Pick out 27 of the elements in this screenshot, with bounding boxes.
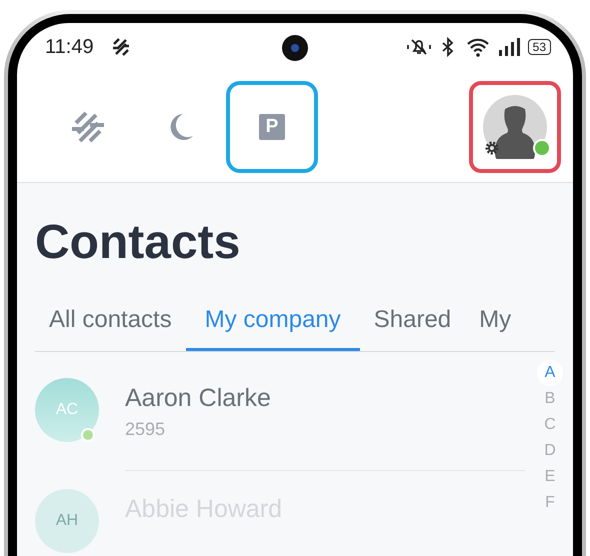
index-letter[interactable]: E [537,464,563,490]
settings-icon [485,140,499,154]
index-letter[interactable]: C [537,412,563,438]
wifi-icon [466,37,490,57]
online-status-dot [81,428,95,442]
index-letter[interactable]: A [537,360,563,386]
signal-icon [498,38,520,56]
contact-avatar: AH [35,489,99,553]
contact-extension: 2595 [125,419,166,440]
avatar-silhouette-icon [483,94,547,158]
tab[interactable]: All contacts [35,300,186,351]
contact-name[interactable]: Aaron Clarke [125,384,271,413]
status-time: 11:49 [45,36,94,58]
index-letter[interactable]: F [537,490,563,516]
tab[interactable]: My [465,300,526,351]
parking-button[interactable]: P [226,80,318,172]
battery-level: 53 [528,39,551,55]
index-letter[interactable]: B [537,386,563,412]
tab[interactable]: My company [186,300,360,351]
online-status-dot [533,138,551,156]
index-letter[interactable]: D [537,438,563,464]
profile-button[interactable] [469,80,561,172]
page-title: Contacts [35,215,242,270]
mute-icon [406,37,432,57]
camera-icon [282,35,308,61]
contact-avatar: AC [35,378,99,442]
tab[interactable]: Shared [360,300,466,351]
